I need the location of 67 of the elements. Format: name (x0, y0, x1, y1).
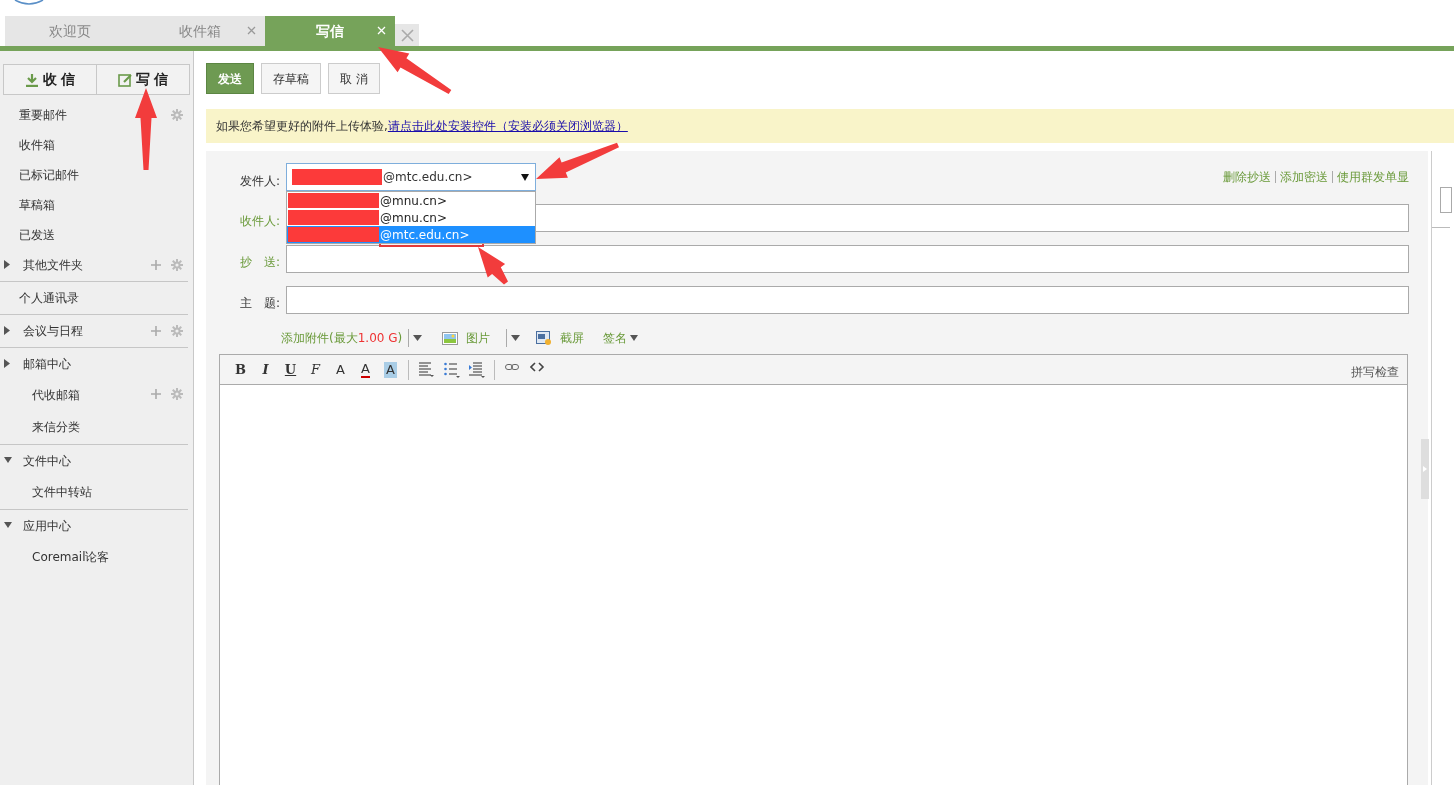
sidebar-item[interactable]: 重要邮件 (19, 106, 67, 124)
sidebar-item[interactable]: 代收邮箱 (32, 386, 80, 404)
caret-icon[interactable] (4, 359, 12, 368)
format-button[interactable]: A (378, 358, 403, 381)
format-button[interactable]: F (303, 358, 328, 381)
panel-input[interactable] (1440, 187, 1452, 213)
image-icon[interactable] (442, 331, 459, 345)
dropdown-icon[interactable] (511, 335, 521, 341)
format-button[interactable]: A (328, 358, 353, 381)
dropdown-option[interactable]: @mnu.cn> (287, 192, 535, 209)
sender-select[interactable]: @mtc.edu.cn> (286, 163, 536, 191)
dropdown-option[interactable]: @mnu.cn> (287, 209, 535, 226)
input-field[interactable] (286, 286, 1409, 314)
sidebar-item[interactable]: 文件中心 (23, 452, 71, 470)
toolbar-button[interactable]: 存草稿 (261, 63, 321, 94)
close-all-button[interactable] (395, 24, 419, 46)
add-icon[interactable] (151, 389, 161, 399)
field-label: 抄 送: (239, 254, 280, 271)
close-icon[interactable] (400, 28, 414, 42)
sidebar-item[interactable]: 已发送 (19, 226, 55, 244)
sidebar-item[interactable]: 邮箱中心 (23, 355, 71, 373)
dropdown-icon[interactable] (521, 174, 529, 181)
annotation-arrow (478, 247, 508, 285)
add-icon[interactable] (151, 260, 161, 270)
input-field[interactable] (286, 245, 1409, 273)
dropdown-icon[interactable] (413, 335, 423, 341)
compose-button[interactable]: 写 信 (97, 65, 189, 94)
sidebar-item[interactable]: Coremail论客 (32, 548, 110, 566)
field-label: 主 题: (239, 295, 280, 312)
close-icon[interactable] (247, 26, 256, 35)
add-icon[interactable] (151, 326, 161, 336)
caret-icon[interactable] (4, 260, 12, 269)
settings-icon[interactable] (171, 259, 183, 271)
sidebar-item[interactable]: 已标记邮件 (19, 166, 79, 184)
sidebar-item[interactable]: 来信分类 (32, 418, 80, 436)
dropdown-icon[interactable] (630, 335, 639, 341)
settings-icon[interactable] (171, 109, 183, 121)
logo-icon (14, 0, 44, 5)
settings-icon[interactable] (171, 325, 183, 337)
sidebar-item[interactable]: 应用中心 (23, 517, 71, 535)
screenshot-icon[interactable] (536, 330, 553, 346)
format-button[interactable]: U (278, 358, 303, 381)
spellcheck-button[interactable]: 拼写检查 (1351, 363, 1399, 381)
sidebar-item[interactable]: 文件中转站 (32, 483, 92, 501)
editor-area[interactable]: B I U F A A A 拼写检查 (219, 354, 1408, 785)
attach-link[interactable]: 添加附件(最大1.00 G) (281, 329, 403, 347)
sidebar-item[interactable]: 其他文件夹 (23, 256, 83, 274)
toolbar-button[interactable]: 取 消 (328, 63, 380, 94)
sidebar-item[interactable]: 会议与日程 (23, 322, 83, 340)
collapse-handle[interactable] (1421, 439, 1429, 499)
install-link[interactable]: 请点击此处安装控件（安装必须关闭浏览器） (387, 119, 628, 133)
edit-icon[interactable] (117, 72, 132, 87)
format-button[interactable]: I (253, 358, 278, 381)
format-button[interactable]: B (228, 358, 253, 381)
caret-icon[interactable] (4, 326, 12, 335)
separator (1275, 171, 1276, 183)
sidebar-item[interactable]: 收件箱 (19, 136, 55, 154)
field-label: 收件人: (239, 213, 280, 230)
settings-icon[interactable] (171, 388, 183, 400)
download-icon[interactable] (24, 72, 39, 87)
sidebar-item[interactable]: 草稿箱 (19, 196, 55, 214)
receive-button[interactable]: 收 信 (4, 65, 97, 94)
sidebar-item[interactable]: 个人通讯录 (19, 289, 79, 307)
format-button[interactable]: A (353, 358, 378, 381)
separator (1332, 171, 1333, 183)
field-label: 发件人: (239, 173, 280, 190)
notice-text: 如果您希望更好的附件上传体验,请点击此处安装控件（安装必须关闭浏览器） (216, 118, 628, 135)
